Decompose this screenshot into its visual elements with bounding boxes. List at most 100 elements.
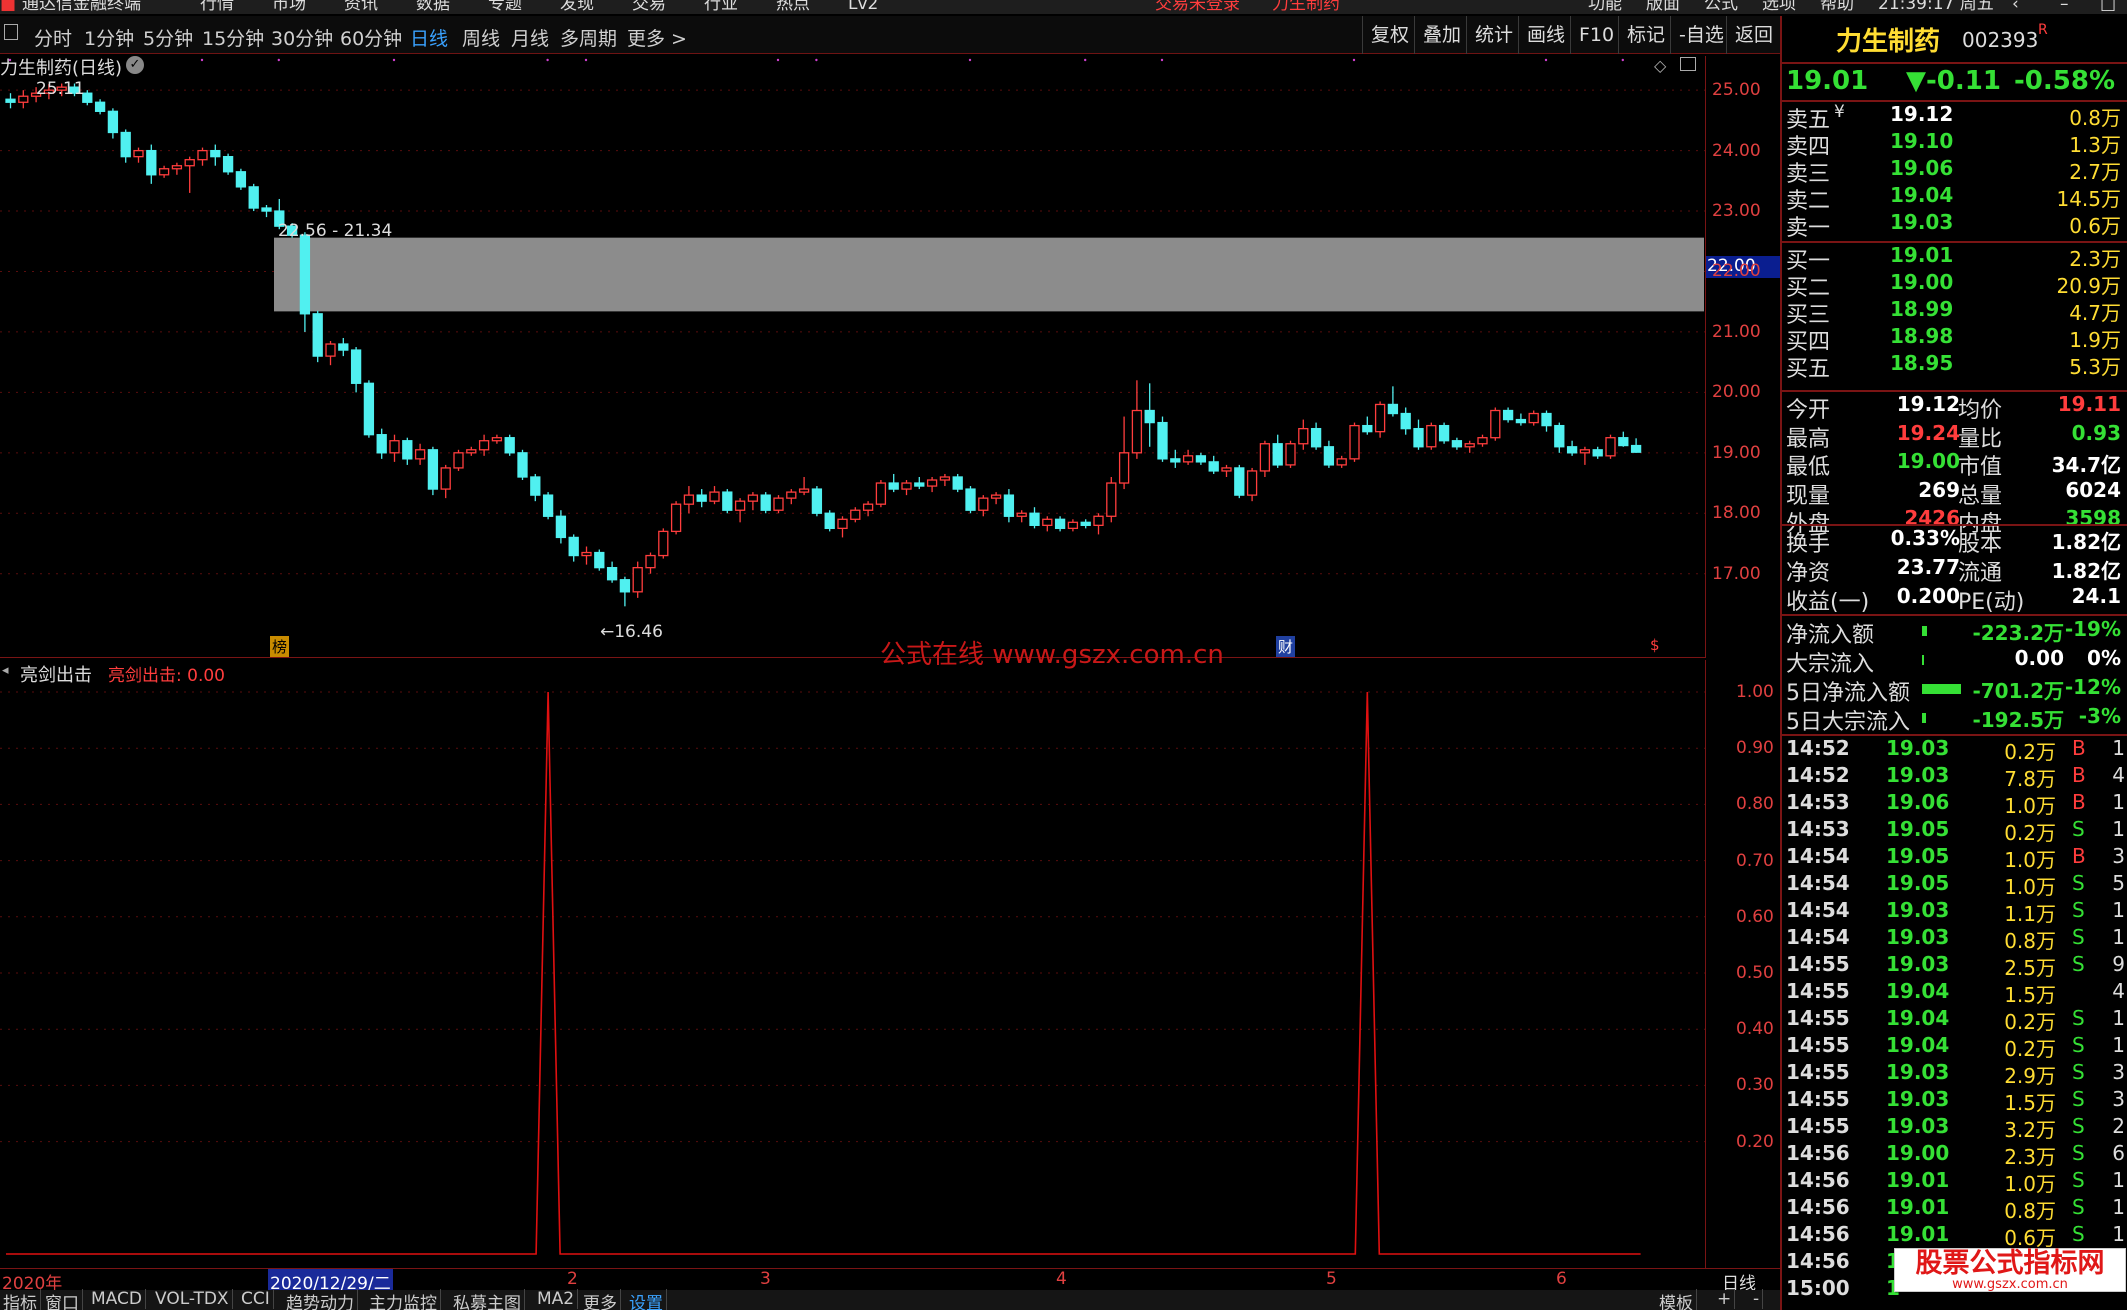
menu-hot[interactable]: 热点 — [776, 0, 810, 13]
adjust-button[interactable]: 复权 — [1362, 16, 1417, 54]
candle-body — [427, 449, 439, 490]
main-kline-chart[interactable]: 力生制药(日线) ✓ ◇ 25.11 22.56 - 21.34 ←16.46 … — [0, 56, 1780, 670]
menu-industry[interactable]: 行业 — [704, 0, 738, 13]
ask-volume: 14.5万 — [2056, 187, 2121, 211]
tab-macd[interactable]: MACD — [88, 1289, 146, 1309]
tab-settings[interactable]: 设置 — [626, 1289, 667, 1310]
order-book: 卖五 ¥19.12 0.8万 卖四 19.10 1.3万 卖三 19.06 2.7万 卖二 19.0… — [1782, 102, 2127, 402]
period-tab-more[interactable]: 更多 > — [627, 24, 687, 51]
period-tab-30min[interactable]: 30分钟 — [271, 24, 333, 51]
candle-body — [1490, 409, 1501, 439]
menu-layout[interactable]: 版面 — [1646, 0, 1680, 13]
event-dot — [1352, 58, 1356, 62]
tick-time: 15:00 — [1786, 1276, 1850, 1300]
period-tab-15min[interactable]: 15分钟 — [202, 24, 264, 51]
period-tab-5min[interactable]: 5分钟 — [143, 24, 193, 51]
flow-pct: -3% — [2078, 704, 2121, 728]
diamond-icon[interactable]: ◇ — [1654, 56, 1666, 75]
statistics-button[interactable]: 统计 — [1466, 16, 1521, 54]
menu-topics[interactable]: 专题 — [488, 0, 522, 13]
watchlist-button[interactable]: -自选 — [1670, 16, 1732, 54]
f10-button[interactable]: F10 — [1570, 16, 1622, 54]
sidebar-toggle-icon[interactable] — [4, 24, 18, 40]
y-tick-label: 0.30 — [1736, 1075, 1774, 1096]
bid-price: 19.00 — [1890, 270, 1954, 294]
tick-time: 14:52 — [1786, 763, 1850, 787]
chart-settings-icon[interactable]: ✓ — [126, 56, 144, 74]
stat-label: 市值 — [1958, 455, 2003, 480]
indicator-chart[interactable]: ◂ 亮剑出击 亮剑出击: 0.00 — [0, 660, 1705, 1268]
minimize-icon[interactable]: – — [2060, 0, 2069, 13]
tick-time: 14:55 — [1786, 1006, 1850, 1030]
candle-body — [606, 566, 618, 581]
menu-quotes[interactable]: 行情 — [200, 0, 234, 13]
draw-button[interactable]: 画线 — [1518, 16, 1573, 54]
stat-label: 均价 — [1958, 398, 2003, 423]
tick-list: 14:52 19.03 0.2万 B 1 14:52 19.03 7.8万 B 4 14:53 19.… — [1782, 734, 2127, 1310]
tick-price: 19.01 — [1886, 1195, 1950, 1219]
tick-count: 3 — [2112, 844, 2125, 868]
menu-discover[interactable]: 发现 — [560, 0, 594, 13]
menu-formula[interactable]: 公式 — [1704, 0, 1738, 13]
ask-volume: 1.3万 — [2069, 133, 2121, 157]
bid-volume: 2.3万 — [2069, 247, 2121, 271]
candle-body — [1310, 427, 1322, 448]
fund-value: 23.77 — [1896, 555, 1960, 579]
tab-remove[interactable]: - — [1750, 1289, 1764, 1309]
panel-toggle-icon[interactable] — [1680, 57, 1696, 71]
tab-main-monitor[interactable]: 主力监控 — [366, 1289, 441, 1310]
period-tab-intraday[interactable]: 分时 — [34, 24, 72, 51]
menu-app-title: 通达信金融终端 — [22, 0, 141, 14]
bid-price: 18.98 — [1890, 324, 1954, 348]
tick-time: 14:54 — [1786, 925, 1850, 949]
menu-news[interactable]: 资讯 — [344, 0, 378, 13]
candle-body — [683, 494, 695, 505]
candle-body — [1221, 467, 1232, 472]
period-tab-60min[interactable]: 60分钟 — [340, 24, 402, 51]
tick-time: 14:55 — [1786, 1114, 1850, 1138]
tab-more[interactable]: 更多 — [580, 1289, 621, 1310]
tab-cci[interactable]: CCI — [238, 1289, 274, 1309]
tab-indicators[interactable]: 指标 — [0, 1289, 41, 1310]
menu-options[interactable]: 选项 — [1762, 0, 1796, 13]
indicator-collapse-icon[interactable]: ◂ — [2, 663, 9, 678]
period-tab-1min[interactable]: 1分钟 — [84, 24, 134, 51]
menu-market[interactable]: 市场 — [272, 0, 306, 13]
tab-template[interactable]: 模板 — [1656, 1289, 1697, 1310]
y-tick-label: 19.00 — [1712, 442, 1761, 463]
tab-vol-tdx[interactable]: VOL-TDX — [152, 1289, 233, 1309]
back-arrow-icon[interactable]: ‹ — [2012, 0, 2019, 13]
indicator-title[interactable]: 亮剑出击 — [20, 661, 92, 687]
menu-function[interactable]: 功能 — [1588, 0, 1622, 13]
fundamentals-table: 换手 0.33% 股本 1.82亿 净资 23.77 流通 1.82亿 收益(一) 0.200 PE… — [1782, 524, 2127, 619]
tick-direction: S — [2072, 1195, 2085, 1219]
menu-help[interactable]: 帮助 — [1820, 0, 1854, 13]
candle-body — [222, 156, 234, 173]
trade-login-status[interactable]: 交易未登录 — [1155, 0, 1240, 13]
overlay-button[interactable]: 叠加 — [1414, 16, 1469, 54]
event-dot — [392, 58, 396, 62]
tab-ma2[interactable]: MA2 — [534, 1289, 579, 1309]
tab-private-main[interactable]: 私募主图 — [450, 1289, 525, 1310]
tab-add[interactable]: + — [1714, 1289, 1736, 1309]
maximize-icon[interactable]: □ — [2100, 0, 2116, 13]
tab-window[interactable]: 窗口 — [42, 1289, 83, 1310]
chart-title: 力生制药(日线) — [0, 58, 123, 79]
tab-trend-power[interactable]: 趋势动力 — [283, 1289, 358, 1310]
finance-marker[interactable]: 财 — [1276, 636, 1296, 657]
period-tab-weekly[interactable]: 周线 — [462, 24, 500, 51]
period-tab-monthly[interactable]: 月线 — [511, 24, 549, 51]
menu-trade[interactable]: 交易 — [632, 0, 666, 13]
period-tab-daily[interactable]: 日线 — [410, 24, 448, 51]
back-button[interactable]: 返回 — [1726, 16, 1781, 54]
menu-lv2[interactable]: Lv2 — [848, 0, 878, 13]
candle-body — [1605, 437, 1616, 457]
mark-button[interactable]: 标记 — [1618, 16, 1673, 54]
tick-count: 4 — [2112, 979, 2125, 1003]
ranking-marker[interactable]: 榜 — [270, 636, 290, 657]
menu-data[interactable]: 数据 — [416, 0, 450, 13]
stat-label: 总量 — [1958, 483, 2003, 509]
fund-label: 股本 — [1958, 532, 2003, 557]
dividend-marker[interactable]: $ — [1650, 636, 1660, 654]
period-tab-multi[interactable]: 多周期 — [560, 24, 617, 51]
